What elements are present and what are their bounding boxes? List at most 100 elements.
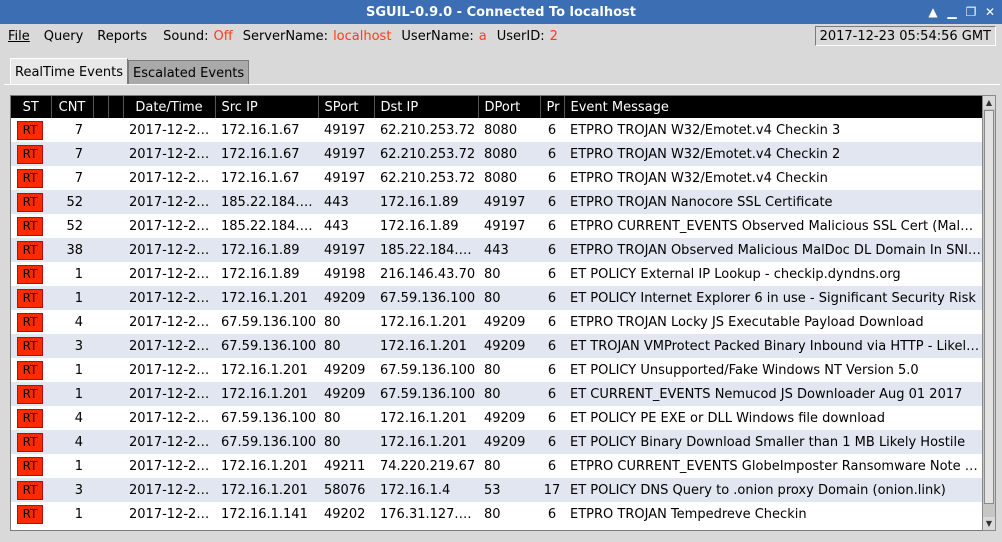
tab-escalated-events[interactable]: Escalated Events xyxy=(128,60,250,85)
col-event-message[interactable]: Event Message xyxy=(564,96,983,118)
scroll-down-icon[interactable]: ▼ xyxy=(983,517,995,530)
cell-blank-2 xyxy=(108,382,123,406)
cell-dst-ip: 67.59.136.100 xyxy=(374,382,478,406)
status-badge[interactable]: RT xyxy=(17,240,43,260)
cell-cnt: 4 xyxy=(51,430,93,454)
st-badge: RT xyxy=(11,238,51,262)
cell-dport: 80 xyxy=(478,286,540,310)
st-badge: RT xyxy=(11,406,51,430)
status-badge[interactable]: RT xyxy=(17,384,43,404)
table-row[interactable]: RT 4 2017-12-23... 67.59.136.100 80 172.16.1.… xyxy=(11,430,983,454)
cell-blank-2 xyxy=(108,502,123,526)
status-badge[interactable]: RT xyxy=(17,408,43,428)
table-row[interactable]: RT 4 2017-12-23... 67.59.136.100 80 172.16.1.… xyxy=(11,310,983,334)
cell-dport: 443 xyxy=(478,238,540,262)
col-dport[interactable]: DPort xyxy=(478,96,541,118)
table-row[interactable]: RT 52 2017-12-23... 185.22.184.127 443 172.16… xyxy=(11,214,983,238)
cell-sport: 80 xyxy=(318,430,374,454)
status-badge[interactable]: RT xyxy=(17,216,43,236)
table-row[interactable]: RT 38 2017-12-23... 172.16.1.89 49197 185.22.… xyxy=(11,238,983,262)
col-pr[interactable]: Pr xyxy=(540,96,565,118)
status-badge[interactable]: RT xyxy=(17,264,43,284)
table-row[interactable]: RT 4 2017-12-23... 67.59.136.100 80 172.16.1.… xyxy=(11,406,983,430)
shade-icon[interactable]: ▲ xyxy=(925,3,941,20)
cell-blank-2 xyxy=(108,214,123,238)
table-row[interactable]: RT 7 2017-12-23... 172.16.1.67 49197 62.210.2… xyxy=(11,166,983,190)
cell-sport: 80 xyxy=(318,406,374,430)
status-badge[interactable]: RT xyxy=(17,504,43,524)
minimize-icon[interactable]: ▁ xyxy=(944,3,960,20)
cell-cnt: 4 xyxy=(51,310,93,334)
cell-src-ip: 172.16.1.201 xyxy=(215,286,318,310)
col-datetime[interactable]: Date/Time xyxy=(123,96,216,118)
cell-blank-1 xyxy=(93,166,108,190)
cell-src-ip: 67.59.136.100 xyxy=(215,310,318,334)
col-blank-2[interactable] xyxy=(108,96,124,118)
cell-blank-2 xyxy=(108,430,123,454)
col-sport[interactable]: SPort xyxy=(318,96,375,118)
sound-value: Off xyxy=(213,28,233,44)
status-badge[interactable]: RT xyxy=(17,432,43,452)
status-badge[interactable]: RT xyxy=(17,120,43,140)
status-badge[interactable]: RT xyxy=(17,168,43,188)
st-badge: RT xyxy=(11,502,51,526)
status-badge[interactable]: RT xyxy=(17,312,43,332)
status-badge[interactable]: RT xyxy=(17,192,43,212)
cell-dst-ip: 172.16.1.201 xyxy=(374,334,478,358)
cell-dport: 80 xyxy=(478,358,540,382)
table-row[interactable]: RT 3 2017-12-23... 172.16.1.201 58076 172.16.… xyxy=(11,478,983,502)
table-row[interactable]: RT 1 2017-12-23... 172.16.1.201 49211 74.220.… xyxy=(11,454,983,478)
userid-label: UserID: xyxy=(496,28,545,44)
status-badge[interactable]: RT xyxy=(17,480,43,500)
table-row[interactable]: RT 1 2017-12-23... 172.16.1.201 49209 67.59.1… xyxy=(11,358,983,382)
table-row[interactable]: RT 3 2017-12-23... 67.59.136.100 80 172.16.1.… xyxy=(11,334,983,358)
menu-reports[interactable]: Reports xyxy=(97,29,147,44)
col-blank-1[interactable] xyxy=(93,96,109,118)
table-row[interactable]: RT 7 2017-12-23... 172.16.1.67 49197 62.210.2… xyxy=(11,142,983,166)
col-st[interactable]: ST xyxy=(11,96,52,118)
col-src-ip[interactable]: Src IP xyxy=(215,96,319,118)
status-badge[interactable]: RT xyxy=(17,360,43,380)
cell-blank-1 xyxy=(93,238,108,262)
cell-datetime: 2017-12-23... xyxy=(123,238,215,262)
cell-sport: 49197 xyxy=(318,118,374,142)
col-cnt[interactable]: CNT xyxy=(51,96,94,118)
cell-cnt: 7 xyxy=(51,118,93,142)
cell-blank-2 xyxy=(108,118,123,142)
status-badge[interactable]: RT xyxy=(17,144,43,164)
scrollbar-thumb[interactable] xyxy=(984,110,994,504)
cell-blank-1 xyxy=(93,478,108,502)
status-badge[interactable]: RT xyxy=(17,456,43,476)
table-row[interactable]: RT 1 2017-12-23... 172.16.1.141 49202 176.31.… xyxy=(11,502,983,526)
table-row[interactable]: RT 1 2017-12-23... 172.16.1.89 49198 216.146.… xyxy=(11,262,983,286)
status-badge[interactable]: RT xyxy=(17,288,43,308)
col-dst-ip[interactable]: Dst IP xyxy=(374,96,479,118)
sound-label: Sound: xyxy=(163,28,209,44)
maximize-icon[interactable]: ❐ xyxy=(963,3,979,20)
menu-query[interactable]: Query xyxy=(44,29,84,44)
vertical-scrollbar[interactable]: ▲ ▼ xyxy=(982,95,996,531)
cell-event-message: ETPRO TROJAN W32/Emotet.v4 Checkin 2 xyxy=(564,142,983,166)
cell-blank-1 xyxy=(93,454,108,478)
cell-pr: 6 xyxy=(540,310,564,334)
cell-blank-1 xyxy=(93,142,108,166)
table-row[interactable]: RT 52 2017-12-23... 185.22.184.127 443 172.16… xyxy=(11,190,983,214)
scroll-up-icon[interactable]: ▲ xyxy=(983,96,995,109)
close-icon[interactable]: ✕ xyxy=(982,3,998,20)
cell-dst-ip: 67.59.136.100 xyxy=(374,358,478,382)
tab-realtime-events[interactable]: RealTime Events xyxy=(10,58,128,85)
cell-blank-2 xyxy=(108,454,123,478)
cell-event-message: ETPRO TROJAN W32/Emotet.v4 Checkin 3 xyxy=(564,118,983,142)
cell-blank-1 xyxy=(93,262,108,286)
status-badge[interactable]: RT xyxy=(17,336,43,356)
title-bar: SGUIL-0.9.0 - Connected To localhost ▲ ▁… xyxy=(0,0,1002,24)
table-row[interactable]: RT 1 2017-12-23... 172.16.1.201 49209 67.59.1… xyxy=(11,286,983,310)
cell-dst-ip: 172.16.1.201 xyxy=(374,406,478,430)
table-row[interactable]: RT 1 2017-12-23... 172.16.1.201 49209 67.59.1… xyxy=(11,382,983,406)
cell-event-message: ET TROJAN VMProtect Packed Binary Inboun… xyxy=(564,334,983,358)
menu-file[interactable]: File xyxy=(8,29,30,44)
cell-dst-ip: 172.16.1.4 xyxy=(374,478,478,502)
table-row[interactable]: RT 7 2017-12-23... 172.16.1.67 49197 62.210.2… xyxy=(11,118,983,142)
menu-bar: File Query Reports Sound: Off ServerName… xyxy=(0,24,1002,48)
cell-blank-2 xyxy=(108,310,123,334)
